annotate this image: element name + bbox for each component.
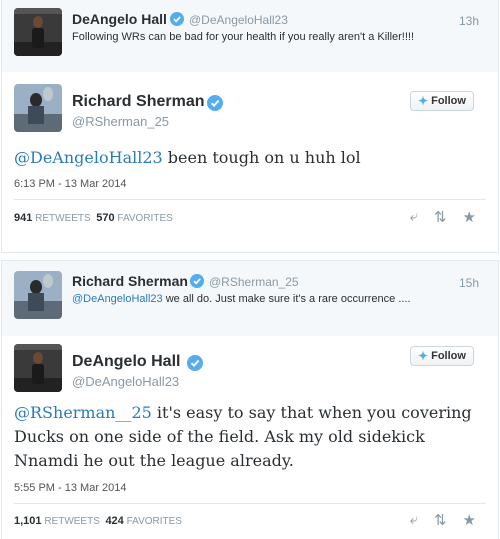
author-handle[interactable]: @RSherman_25 (72, 114, 169, 129)
tweet-timestamp[interactable]: 5:55 PM - 13 Mar 2014 (14, 482, 127, 494)
author-handle[interactable]: @DeAngeloHall23 (189, 13, 288, 27)
tweet-text-body: we all do. Just make sure it's a rare oc… (162, 293, 411, 305)
tweet-text-body: it's easy to say that when you covering (151, 403, 472, 422)
star-icon[interactable]: ★ (463, 511, 476, 529)
author-name[interactable]: DeAngelo Hall (72, 11, 167, 27)
divider (14, 503, 486, 504)
twitter-bird-icon: ✦ (418, 349, 429, 363)
tweet-text: @DeAngeloHall23 we all do. Just make sur… (72, 293, 411, 305)
reply-icon[interactable]: ⤶ (410, 208, 418, 226)
author-handle[interactable]: @DeAngeloHall23 (72, 374, 179, 389)
retweets-count: 1,101 (14, 515, 42, 527)
tweet-text-line: @RSherman__25 it's easy to say that when… (14, 401, 472, 425)
mention-link[interactable]: @DeAngeloHall23 (14, 148, 163, 167)
favorites-count: 570 (96, 212, 115, 224)
parent-tweet[interactable]: Richard Sherman @RSherman_25 15h @DeAnge… (2, 261, 498, 336)
tweet-time[interactable]: 13h (459, 14, 479, 28)
tweet-time[interactable]: 15h (459, 276, 479, 290)
tweet-text-line: Ducks on one side of the field. Ask my o… (14, 427, 425, 446)
follow-button[interactable]: ✦ Follow (410, 91, 474, 111)
verified-badge-icon (190, 274, 204, 293)
tweet-text: Following WRs can be bad for your health… (72, 31, 415, 43)
favorites-count: 424 (105, 515, 124, 527)
star-icon[interactable]: ★ (463, 208, 476, 226)
tweet-text-body: been tough on u huh lol (162, 148, 361, 167)
follow-button[interactable]: ✦ Follow (410, 346, 474, 366)
author-name[interactable]: Richard Sherman (72, 93, 204, 111)
tweet-stats: 1,101 RETWEETS 424 FAVORITES (14, 515, 182, 527)
retweet-icon[interactable]: ⇅ (434, 208, 447, 226)
tweet-text-line: Nnamdi he out the league already. (14, 451, 294, 470)
mention-link[interactable]: @DeAngeloHall23 (72, 293, 163, 305)
favorites-label: FAVORITES (126, 516, 182, 527)
verified-badge-icon (207, 95, 223, 116)
tweet-stats: 941 RETWEETS 570 FAVORITES (14, 212, 173, 224)
avatar-richard-sherman[interactable] (14, 84, 62, 132)
retweets-label: RETWEETS (35, 213, 91, 224)
mention-link[interactable]: @RSherman__25 (14, 403, 152, 422)
verified-badge-icon (187, 355, 203, 376)
author-handle[interactable]: @RSherman_25 (209, 275, 299, 289)
author-name[interactable]: Richard Sherman (72, 273, 188, 289)
verified-badge-icon (170, 12, 184, 31)
avatar-deangelo-hall[interactable] (14, 8, 62, 56)
reply-icon[interactable]: ⤶ (410, 511, 418, 529)
tweet-text: @DeAngeloHall23 been tough on u huh lol (14, 146, 361, 170)
avatar-deangelo-hall[interactable] (14, 344, 62, 392)
retweets-count: 941 (14, 212, 33, 224)
parent-tweet[interactable]: DeAngelo Hall @DeAngeloHall23 13h Follow… (2, 0, 498, 72)
tweet-text: @RSherman__25 it's easy to say that when… (14, 401, 472, 473)
author-name[interactable]: DeAngelo Hall (72, 353, 180, 371)
retweet-icon[interactable]: ⇅ (434, 511, 447, 529)
embedded-tweet-1: DeAngelo Hall @DeAngeloHall23 13h Follow… (1, 0, 499, 253)
tweet-timestamp[interactable]: 6:13 PM - 13 Mar 2014 (14, 178, 127, 190)
retweets-label: RETWEETS (44, 516, 100, 527)
follow-label: Follow (431, 95, 466, 107)
embedded-tweet-2: Richard Sherman @RSherman_25 15h @DeAnge… (1, 260, 499, 539)
avatar-richard-sherman[interactable] (14, 271, 62, 319)
tweet-actions: ⤶ ⇅ ★ (410, 208, 476, 226)
follow-label: Follow (431, 350, 466, 362)
divider (14, 199, 486, 200)
twitter-bird-icon: ✦ (418, 94, 429, 108)
favorites-label: FAVORITES (117, 213, 173, 224)
tweet-actions: ⤶ ⇅ ★ (410, 511, 476, 529)
